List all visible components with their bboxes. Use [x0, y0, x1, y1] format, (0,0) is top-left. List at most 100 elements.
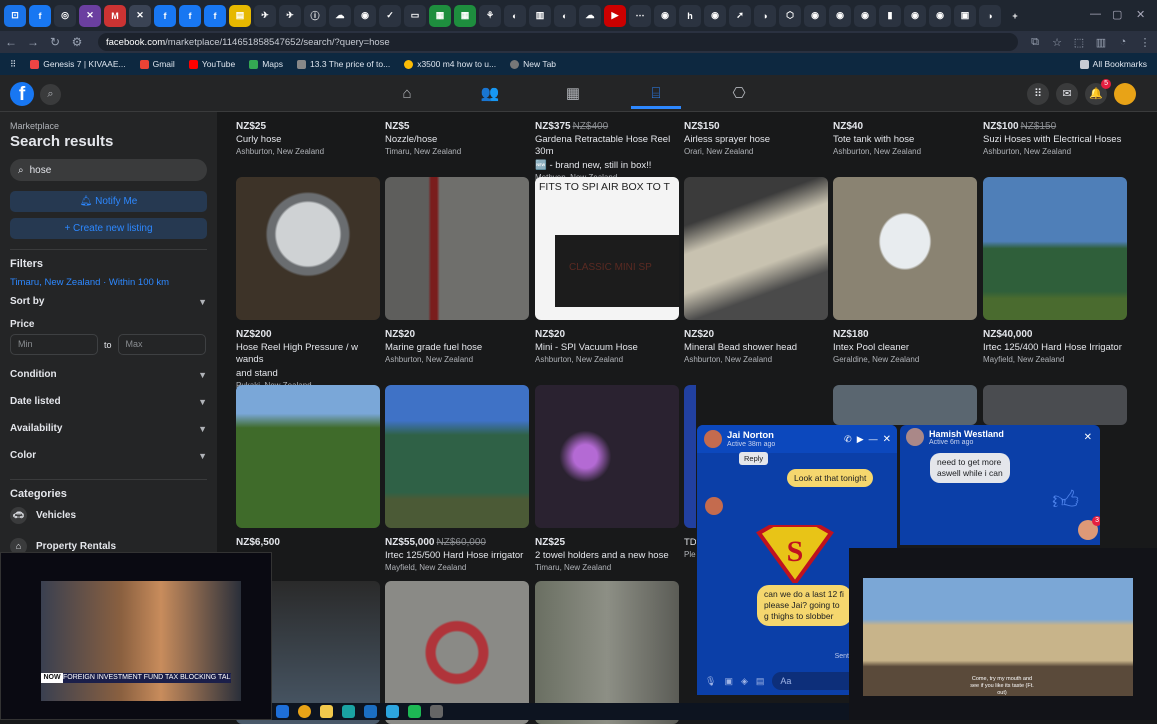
listing-card[interactable] [833, 385, 977, 425]
listing-card[interactable]: NZ$375 NZ$400 Gardena Retractable Hose Re… [535, 112, 679, 182]
all-bookmarks[interactable]: All Bookmarks [1079, 59, 1147, 69]
tab-chrome-icon[interactable]: ◉ [804, 4, 826, 27]
tab-chrome-icon[interactable]: ◉ [354, 4, 376, 27]
listing-card[interactable]: NZ$20 Marine grade fuel hose Ashburton, … [385, 177, 529, 364]
listing-card[interactable]: NZ$6,500 [236, 385, 380, 548]
calendar-icon[interactable] [342, 705, 355, 718]
tab-favicon[interactable]: ◑ [979, 4, 1001, 27]
image-icon[interactable]: ▣ [724, 676, 733, 687]
tab-youtube-icon[interactable]: ▶ [604, 4, 626, 27]
mail-icon[interactable] [364, 705, 377, 718]
tab-facebook-icon[interactable]: f [154, 4, 176, 27]
max-price-input[interactable]: Max [117, 334, 206, 355]
facebook-logo[interactable]: f [10, 82, 34, 106]
sidebar-toggle-icon[interactable]: ▥ [1090, 36, 1112, 49]
availability-dropdown[interactable]: Availability ▼ [10, 415, 207, 442]
notify-me-button[interactable]: 🔔︎ Notify Me [10, 191, 207, 212]
search-input[interactable]: ⌕ hose [10, 159, 207, 181]
date-listed-dropdown[interactable]: Date listed ▼ [10, 388, 207, 415]
events-icon[interactable]: ▦ [548, 79, 598, 109]
listing-card[interactable]: NZ$40 Tote tank with hose Ashburton, New… [833, 112, 977, 156]
tab-favicon[interactable]: ◑ [754, 4, 776, 27]
tab-favicon[interactable]: h [679, 4, 701, 27]
back-icon[interactable]: ← [0, 35, 22, 49]
address-bar[interactable]: facebook.com/marketplace/114651858547652… [98, 33, 1018, 51]
tab-facebook-icon[interactable]: f [204, 4, 226, 27]
profile-avatar[interactable] [1114, 83, 1136, 105]
profile-icon[interactable]: ◔ [1112, 36, 1134, 48]
camera-icon[interactable] [430, 705, 443, 718]
install-app-icon[interactable]: ⧉ [1024, 36, 1046, 49]
condition-dropdown[interactable]: Condition ▼ [10, 361, 207, 388]
listing-card[interactable]: NZ$20 Mineral Bead shower head Ashburton… [684, 177, 828, 364]
tab-favicon[interactable]: ☁ [329, 4, 351, 27]
sticker-icon[interactable]: ◈ [741, 676, 748, 687]
listing-card[interactable]: NZ$55,000 NZ$60,000 Irtec 125/500 Hard Ho… [385, 385, 529, 572]
friends-icon[interactable]: 👥 [465, 79, 515, 109]
marketplace-icon[interactable]: ⌸ [631, 79, 681, 109]
mic-icon[interactable]: 🎙︎ [705, 676, 716, 687]
tab-favicon[interactable]: ⬡ [779, 4, 801, 27]
create-listing-button[interactable]: + Create new listing [10, 218, 207, 239]
bookmark-item[interactable]: YouTube [188, 59, 235, 69]
app-icon[interactable] [408, 705, 421, 718]
bookmark-item[interactable]: Gmail [139, 59, 175, 69]
tab-favicon[interactable]: ▦ [454, 4, 476, 27]
reload-icon[interactable]: ↻ [44, 35, 66, 49]
tab-favicon[interactable]: ◎ [54, 4, 76, 27]
listing-card[interactable]: NZ$200 Hose Reel High Pressure / w wands… [236, 177, 380, 390]
avatar[interactable]: 3 [1078, 516, 1100, 540]
extensions-icon[interactable]: ⬚ [1068, 36, 1090, 49]
category-property-rentals[interactable]: ⌂ Property Rentals [10, 531, 207, 552]
bookmark-item[interactable]: x3500 m4 how to u... [404, 59, 496, 69]
message-bubble[interactable]: need to get more aswell while i can [930, 453, 1010, 483]
pip-video-music[interactable]: Come, try my mouth and see if you like i… [849, 548, 1157, 720]
tab-favicon[interactable]: ▦ [429, 4, 451, 27]
color-dropdown[interactable]: Color ▼ [10, 442, 207, 469]
forward-icon[interactable]: → [22, 35, 44, 49]
listing-card[interactable]: NZ$25 Curly hose Ashburton, New Zealand [236, 112, 380, 156]
message-bubble[interactable]: Look at that tonight [787, 469, 874, 487]
tab-chrome-icon[interactable]: ◉ [854, 4, 876, 27]
tab-favicon[interactable]: ◐ [504, 4, 526, 27]
listing-card[interactable] [983, 385, 1127, 425]
gaming-icon[interactable]: ⎔ [714, 79, 764, 109]
tab-chrome-icon[interactable]: ◉ [829, 4, 851, 27]
tab-favicon[interactable]: ➚ [729, 4, 751, 27]
tab-chrome-icon[interactable]: ◉ [929, 4, 951, 27]
tab-close-icon[interactable]: ✕ [129, 4, 151, 27]
listing-card[interactable]: NZ$40,000 Irtec 125/400 Hard Hose Irriga… [983, 177, 1127, 364]
chat-header[interactable]: Jai Norton Active 38m ago ✆ ▶ — ✕ [697, 425, 897, 453]
tab-favicon[interactable]: ✈ [254, 4, 276, 27]
bookmark-item[interactable]: 13.3 The price of to... [297, 59, 390, 69]
bookmark-item[interactable]: Maps [249, 59, 283, 69]
tab-chrome-icon[interactable]: ◉ [904, 4, 926, 27]
chrome-icon[interactable] [298, 705, 311, 718]
category-vehicles[interactable]: 🚗︎ Vehicles [10, 500, 207, 531]
search-icon[interactable]: ⌕ [40, 84, 61, 105]
tab-chrome-icon[interactable]: ◉ [704, 4, 726, 27]
sort-by-dropdown[interactable]: Sort by ▼ [10, 288, 207, 315]
tab-favicon[interactable]: ▭ [404, 4, 426, 27]
tab-favicon[interactable]: ✕ [79, 4, 101, 27]
minimize-icon[interactable]: — [1090, 8, 1101, 20]
tab-favicon[interactable]: ⊡ [4, 4, 26, 27]
tab-favicon[interactable]: ⓘ [304, 4, 326, 27]
pip-video-news[interactable]: FOREIGN INVESTMENT FUND TAX BLOCKING TAL… [0, 552, 272, 720]
bookmark-star-icon[interactable]: ☆ [1046, 36, 1068, 49]
tab-favicon[interactable]: ◐ [554, 4, 576, 27]
file-explorer-icon[interactable] [320, 705, 333, 718]
start-icon[interactable] [276, 705, 289, 718]
listing-card[interactable]: NZ$150 Airless sprayer hose Orari, New Z… [684, 112, 828, 156]
bookmark-item[interactable]: Genesis 7 | KIVAAE... [30, 59, 126, 69]
apps-grid-icon[interactable]: ⠿ [10, 59, 16, 70]
tab-chrome-icon[interactable]: ◉ [654, 4, 676, 27]
notifications-icon[interactable]: 🔔 5 [1085, 79, 1111, 105]
maximize-icon[interactable]: ▢ [1112, 8, 1122, 21]
listing-card[interactable]: TDS Plea [684, 385, 696, 559]
messenger-icon[interactable]: ✉ [1056, 83, 1078, 105]
breadcrumb[interactable]: Marketplace [10, 121, 207, 131]
listing-card[interactable]: NZ$25 2 towel holders and a new hose Tim… [535, 385, 679, 572]
site-info-icon[interactable]: ⚙ [66, 35, 88, 49]
close-icon[interactable]: ✕ [883, 434, 891, 445]
